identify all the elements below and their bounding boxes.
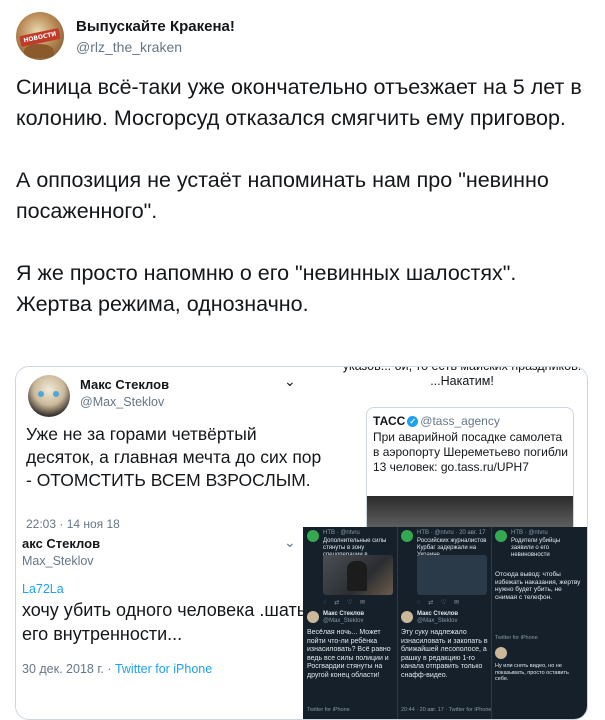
reply-footer: Twitter for iPhone <box>307 707 350 713</box>
ntv-logo-icon <box>401 530 413 542</box>
chevron-down-icon: ⌄ <box>284 534 296 550</box>
reply-avatar <box>307 611 319 623</box>
tweet-paragraph: Я же просто напомню о его "невинных шало… <box>16 261 517 316</box>
embedded-tweet-text: хочу убить одного человека .шать его вну… <box>22 600 307 644</box>
reply-text: Эту суку надлежало изнасиловать и закопа… <box>401 629 488 679</box>
reply-text: Отсюда вывод: чтобы избежать наказания, … <box>495 571 581 601</box>
embedded-author-handle: @Max_Steklov <box>80 395 165 409</box>
ntv-logo-icon <box>495 530 507 542</box>
reply-text: Весёлая ночь... Может пойти что-ли ребён… <box>307 629 391 679</box>
dark-tweet-column: НТВ · @ntvru Дополнительные силы стянуты… <box>303 527 398 719</box>
embedded-tweet-text: указов... ой, то есть майских праздников… <box>342 366 582 388</box>
news-link-card <box>417 555 487 595</box>
media-screenshot-2[interactable]: акс Стеклов Max_Steklov ⌄ La72La хочу уб… <box>16 534 331 719</box>
author-avatar[interactable]: НОВОСТИ <box>16 12 64 60</box>
footer-date: 30 дек. 2018 г. · <box>22 662 115 676</box>
reply-avatar <box>401 611 413 623</box>
reply-avatar <box>495 647 507 659</box>
embedded-tweet-footer: 30 дек. 2018 г. · Twitter for iPhone <box>22 662 212 676</box>
reply-text: Ну или снять видео, но не показывать, пр… <box>495 663 569 682</box>
action-icons: ◌ ⇄ ♡ ✉ <box>417 600 462 606</box>
quoted-author: ТАСС ✓ @tass_agency <box>373 414 500 428</box>
tweet-header: НОВОСТИ Выпускайте Кракена! @rlz_the_kra… <box>16 12 576 64</box>
reply-footer: 20:44 · 20 авг. 17 · Twitter for iPhone <box>401 707 492 713</box>
embedded-author-name: Макс Стеклов <box>80 377 170 392</box>
tweet-paragraph: А оппозиция не устаёт напоминать нам про… <box>16 168 549 223</box>
embedded-author-name: акс Стеклов <box>22 536 101 551</box>
reply-to-handle: La72La <box>22 582 64 596</box>
news-photo <box>323 555 393 595</box>
reply-footer: Twitter for iPhone <box>495 635 538 641</box>
author-handle[interactable]: @rlz_the_kraken <box>76 39 182 55</box>
column-header: НТВ · @ntvru <box>323 530 360 536</box>
reply-author-handle: @Max_Steklov <box>417 618 458 624</box>
author-name[interactable]: Выпускайте Кракена! <box>76 18 235 35</box>
media-grid[interactable]: Макс Стеклов @Max_Steklov ⌄ Уже не за го… <box>15 366 588 720</box>
embedded-tweet-text: Уже не за горами четвёртый десяток, а гл… <box>26 424 322 490</box>
embedded-author-handle: Max_Steklov <box>22 554 94 568</box>
column-header: НТВ · @ntvru <box>511 530 548 536</box>
footer-source: Twitter for iPhone <box>114 662 213 676</box>
quoted-tweet-text: При аварийной посадке самолета в аэропор… <box>373 430 568 474</box>
avatar-kraken-graphic <box>24 44 54 58</box>
reply-author-name: Макс Стеклов <box>417 611 459 617</box>
news-summary: Родители убийцы заявили о его невиновнос… <box>511 538 561 558</box>
quoted-author-handle: @tass_agency <box>420 414 500 428</box>
dark-tweet-column: НТВ · @ntvru · 20 авг. 17 Российских жур… <box>397 527 492 719</box>
reply-author-handle: @Max_Steklov <box>323 618 364 624</box>
tweet-paragraph: Синица всё-таки уже окончательно отъезжа… <box>16 75 582 130</box>
ntv-logo-icon <box>307 530 319 542</box>
verified-icon: ✓ <box>407 416 419 428</box>
column-header: НТВ · @ntvru · 20 авг. 17 <box>417 530 486 536</box>
quoted-tweet-card: ТАСС ✓ @tass_agency При аварийной посадке … <box>366 407 574 534</box>
cat-avatar <box>28 375 70 417</box>
chevron-down-icon: ⌄ <box>284 373 296 389</box>
tweet-body: Синица всё-таки уже окончательно отъезжа… <box>16 72 591 320</box>
media-screenshot-4[interactable]: НТВ · @ntvru Дополнительные силы стянуты… <box>303 527 587 719</box>
quoted-author-name: ТАСС <box>373 414 406 428</box>
dark-tweet-column: НТВ · @ntvru Родители убийцы заявили о е… <box>491 527 587 719</box>
reply-author-name: Макс Стеклов <box>323 611 365 617</box>
action-icons: ◌ ⇄ ♡ ✉ <box>323 600 368 606</box>
media-screenshot-3[interactable]: указов... ой, то есть майских праздников… <box>334 366 587 534</box>
media-screenshot-1[interactable]: Макс Стеклов @Max_Steklov ⌄ Уже не за го… <box>16 367 331 532</box>
embedded-tweet-time: 22:03 · 14 ноя 18 <box>26 517 120 531</box>
